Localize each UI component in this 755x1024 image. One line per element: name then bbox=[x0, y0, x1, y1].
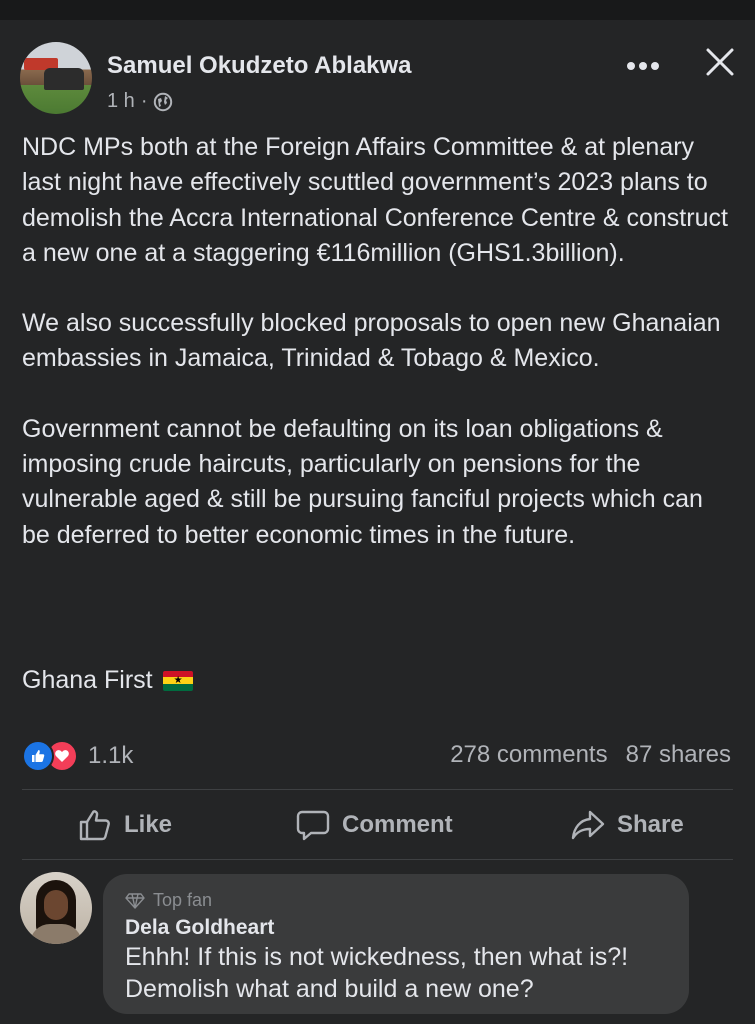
like-reaction-icon bbox=[22, 740, 54, 772]
closing-text: Ghana First bbox=[22, 666, 153, 694]
thumbs-up-icon bbox=[79, 810, 110, 841]
post-time[interactable]: 1 h bbox=[107, 90, 135, 113]
globe-icon[interactable] bbox=[153, 92, 173, 112]
diamond-icon bbox=[125, 892, 145, 909]
close-icon[interactable] bbox=[704, 46, 736, 78]
more-options-icon[interactable] bbox=[626, 58, 660, 70]
comment-label: Comment bbox=[342, 811, 453, 838]
like-button[interactable]: Like bbox=[78, 792, 172, 858]
divider bbox=[22, 789, 733, 790]
reactions-summary[interactable]: 1.1k bbox=[22, 740, 133, 772]
comment-text: Ehhh! If this is not wickedness, then wh… bbox=[125, 943, 629, 1003]
post-meta: 1 h · bbox=[107, 90, 173, 113]
share-arrow-icon bbox=[571, 810, 605, 840]
share-label: Share bbox=[617, 811, 684, 838]
commenter-name[interactable]: Dela Goldheart bbox=[125, 916, 274, 940]
comment-button[interactable]: Comment bbox=[296, 792, 453, 858]
commenter-avatar[interactable] bbox=[20, 872, 92, 944]
post-paragraph: Government cannot be defaulting on its l… bbox=[22, 414, 703, 549]
share-button[interactable]: Share bbox=[571, 792, 684, 858]
author-avatar[interactable] bbox=[20, 42, 92, 114]
badge-label: Top fan bbox=[153, 890, 213, 910]
comment-bubble-icon bbox=[296, 810, 330, 841]
comment-bubble: Top fan Dela Goldheart Ehhh! If this is … bbox=[103, 874, 689, 1014]
engagement-counts: 278 comments 87 shares bbox=[450, 741, 731, 769]
author-name[interactable]: Samuel Okudzeto Ablakwa bbox=[107, 52, 412, 80]
like-label: Like bbox=[124, 811, 173, 838]
top-strip bbox=[0, 0, 755, 20]
shares-count[interactable]: 87 shares bbox=[626, 741, 731, 769]
post-header: Samuel Okudzeto Ablakwa 1 h · bbox=[0, 20, 755, 130]
divider bbox=[22, 859, 733, 860]
post-paragraph: NDC MPs both at the Foreign Affairs Comm… bbox=[22, 133, 728, 267]
post-closing: Ghana First ★ bbox=[22, 666, 193, 695]
post-paragraph: We also successfully blocked proposals t… bbox=[22, 309, 721, 373]
reaction-count: 1.1k bbox=[88, 742, 134, 769]
post-body: NDC MPs both at the Foreign Affairs Comm… bbox=[22, 130, 737, 588]
action-bar: Like Comment Share bbox=[0, 792, 755, 858]
ghana-flag-icon: ★ bbox=[162, 670, 193, 691]
comments-count[interactable]: 278 comments bbox=[450, 741, 607, 769]
meta-separator: · bbox=[140, 90, 148, 112]
top-fan-badge: Top fan bbox=[125, 890, 212, 911]
